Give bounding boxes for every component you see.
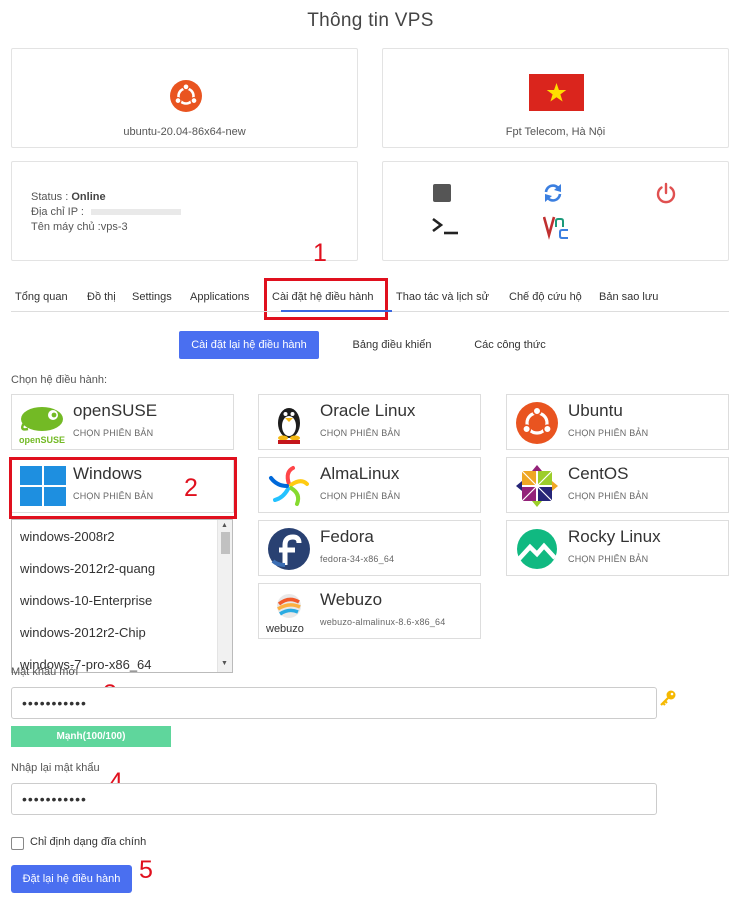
key-icon[interactable] [659, 690, 677, 706]
ip-line: Địa chỉ IP : [31, 205, 182, 220]
os-tile-fedora[interactable]: Fedora fedora-34-x86_64 [258, 520, 481, 576]
vnc-icon[interactable] [543, 214, 569, 240]
active-tab-indicator [281, 310, 392, 312]
os-version-hint: CHỌN PHIÊN BẢN [320, 491, 401, 501]
os-version-hint: CHỌN PHIÊN BẢN [320, 428, 401, 438]
vietnam-flag-icon [529, 74, 584, 111]
subtab-reinstall-os[interactable]: Cài đặt lại hệ điều hành [179, 331, 319, 359]
ubuntu-icon [170, 80, 202, 112]
subtab-recipes[interactable]: Các công thức [458, 331, 562, 359]
os-card: ubuntu-20.04-86x64-new [11, 48, 358, 148]
os-name: Fedora [320, 527, 374, 546]
actions-card [382, 161, 729, 261]
password-strength-badge: Mạnh(100/100) [11, 726, 171, 747]
webuzo-wordmark: webuzo [265, 623, 304, 634]
ip-redacted [91, 209, 182, 216]
ip-label: Địa chỉ IP : [31, 206, 88, 218]
scroll-thumb[interactable] [221, 532, 230, 554]
tab-overview[interactable]: Tổng quan [15, 291, 68, 303]
fedora-logo-icon [268, 528, 310, 570]
location-caption: Fpt Telecom, Hà Nội [505, 126, 606, 138]
annotation-step-2: 2 [184, 474, 198, 502]
format-disk-checkbox[interactable] [11, 837, 24, 850]
scroll-down-icon[interactable]: ▼ [221, 660, 228, 667]
oracle-linux-logo-icon [278, 408, 300, 444]
hostname-line: Tên máy chủ :vps-3 [31, 220, 181, 235]
tab-actions-history[interactable]: Thao tác và lịch sử [396, 291, 489, 303]
os-tile-almalinux[interactable]: AlmaLinux CHỌN PHIÊN BẢN [258, 457, 481, 513]
os-version-hint: webuzo-almalinux-8.6-x86_64 [320, 617, 446, 627]
list-item[interactable]: windows-10-Enterprise [20, 593, 152, 608]
restart-icon[interactable] [542, 182, 564, 204]
reinstall-os-button[interactable]: Đặt lại hệ điều hành [11, 865, 132, 893]
page-title: Thông tin VPS [307, 10, 434, 31]
os-version-hint: CHỌN PHIÊN BẢN [568, 554, 649, 564]
os-name: AlmaLinux [320, 464, 400, 483]
os-name: Ubuntu [568, 401, 623, 420]
location-card: Fpt Telecom, Hà Nội [382, 48, 729, 148]
power-icon[interactable] [655, 182, 677, 204]
os-tile-webuzo[interactable]: webuzo Webuzo webuzo-almalinux-8.6-x86_6… [258, 583, 481, 639]
os-tile-rocky-linux[interactable]: Rocky Linux CHỌN PHIÊN BẢN [506, 520, 729, 576]
os-version-hint: CHỌN PHIÊN BẢN [73, 428, 154, 438]
annotation-step-5: 5 [139, 856, 153, 884]
os-name: CentOS [568, 464, 629, 483]
svg-text:openSUSE: openSUSE [19, 435, 65, 445]
new-password-label: Mật khẩu mới [11, 666, 79, 677]
rocky-linux-logo-icon [517, 529, 557, 569]
status-line: Status : Online [31, 190, 181, 205]
tab-rescue-mode[interactable]: Chế độ cứu hộ [509, 291, 582, 303]
os-tile-ubuntu[interactable]: Ubuntu CHỌN PHIÊN BẢN [506, 394, 729, 450]
os-version-hint: CHỌN PHIÊN BẢN [568, 491, 649, 501]
centos-logo-icon [516, 465, 558, 507]
os-caption: ubuntu-20.04-86x64-new [123, 126, 246, 138]
tab-applications[interactable]: Applications [190, 291, 249, 303]
confirm-password-field[interactable]: ••••••••••• [11, 783, 657, 815]
tab-backups[interactable]: Bản sao lưu [599, 291, 658, 303]
os-tile-opensuse[interactable]: openSUSE openSUSE CHỌN PHIÊN BẢN [11, 394, 234, 450]
status-value: Online [71, 191, 106, 203]
webuzo-logo-icon: webuzo [265, 594, 304, 634]
console-icon[interactable] [431, 216, 459, 236]
os-name: Rocky Linux [568, 527, 661, 546]
tab-graph[interactable]: Đồ thị [87, 291, 116, 303]
main-tabs: Tổng quan Đồ thị Settings Applications C… [11, 288, 729, 312]
windows-version-list[interactable]: windows-2008r2 windows-2012r2-quang wind… [11, 519, 233, 673]
subtab-control-panel[interactable]: Bảng điều khiển [334, 331, 450, 359]
os-tile-centos[interactable]: CentOS CHỌN PHIÊN BẢN [506, 457, 729, 513]
os-name: Oracle Linux [320, 401, 416, 420]
os-name: openSUSE [73, 401, 158, 420]
list-item[interactable]: windows-2012r2-quang [20, 561, 155, 576]
os-version-hint: fedora-34-x86_64 [320, 554, 395, 564]
list-item[interactable]: windows-2012r2-Chip [20, 625, 146, 640]
hostname-value: vps-3 [100, 221, 128, 233]
choose-os-label: Chọn hệ điều hành: [11, 374, 108, 386]
tab-install-os[interactable]: Cài đặt hệ điều hành [272, 291, 374, 303]
os-name: Webuzo [320, 590, 383, 609]
scrollbar[interactable]: ▲ ▼ [217, 520, 232, 672]
scroll-up-icon[interactable]: ▲ [221, 522, 228, 529]
ubuntu-logo-icon [516, 402, 558, 444]
list-item[interactable]: windows-2008r2 [20, 529, 115, 544]
os-tile-oracle-linux[interactable]: Oracle Linux CHỌN PHIÊN BẢN [258, 394, 481, 450]
stop-icon[interactable] [433, 184, 451, 202]
status-label: Status : [31, 191, 72, 203]
format-disk-label: Chỉ định dạng đĩa chính [30, 836, 147, 848]
annotation-box-2 [9, 457, 237, 519]
tab-settings[interactable]: Settings [132, 291, 172, 303]
os-version-hint: CHỌN PHIÊN BẢN [568, 428, 649, 438]
hostname-label: Tên máy chủ : [31, 221, 101, 233]
opensuse-logo-icon: openSUSE [19, 407, 65, 445]
annotation-step-1: 1 [313, 239, 327, 267]
confirm-password-label: Nhập lại mật khẩu [11, 762, 100, 774]
status-card: Status : Online Địa chỉ IP : Tên máy chủ… [11, 161, 358, 261]
almalinux-logo-icon [269, 466, 309, 506]
new-password-field[interactable]: ••••••••••• [11, 687, 657, 719]
